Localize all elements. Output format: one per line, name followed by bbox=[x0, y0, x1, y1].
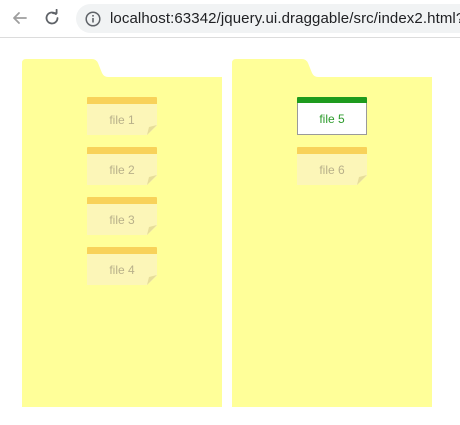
file-label: file 4 bbox=[109, 262, 135, 277]
file-card[interactable]: file 2 bbox=[87, 147, 157, 185]
file-fold-icon bbox=[357, 175, 367, 185]
file-label: file 6 bbox=[319, 162, 345, 177]
url-text: localhost:63342/jquery.ui.draggable/src/… bbox=[110, 10, 460, 27]
file-fold-icon bbox=[147, 225, 157, 235]
file-card[interactable]: file 4 bbox=[87, 247, 157, 285]
file-stripe bbox=[87, 147, 157, 154]
reload-icon bbox=[45, 9, 59, 25]
file-card-active[interactable]: file 5 bbox=[297, 97, 367, 135]
file-body: file 5 bbox=[297, 103, 367, 135]
file-fold-icon bbox=[147, 275, 157, 285]
file-fold-icon bbox=[147, 175, 157, 185]
file-stripe bbox=[87, 97, 157, 104]
folder-body: file 1 file 2 file 3 file 4 bbox=[22, 77, 222, 407]
reload-button[interactable] bbox=[40, 6, 64, 30]
arrow-left-icon bbox=[13, 12, 27, 24]
folder-right[interactable]: file 5 file 6 bbox=[232, 57, 432, 407]
file-card[interactable]: file 6 bbox=[297, 147, 367, 185]
file-card[interactable]: file 3 bbox=[87, 197, 157, 235]
address-bar[interactable]: localhost:63342/jquery.ui.draggable/src/… bbox=[76, 4, 460, 33]
file-fold-icon bbox=[147, 125, 157, 135]
info-icon[interactable] bbox=[84, 10, 102, 28]
file-label: file 2 bbox=[109, 162, 135, 177]
file-stripe bbox=[87, 247, 157, 254]
file-stripe bbox=[297, 147, 367, 154]
file-stripe bbox=[87, 197, 157, 204]
back-button[interactable] bbox=[8, 6, 32, 30]
browser-toolbar: localhost:63342/jquery.ui.draggable/src/… bbox=[0, 0, 460, 38]
file-card[interactable]: file 1 bbox=[87, 97, 157, 135]
file-label: file 5 bbox=[319, 111, 345, 126]
file-label: file 1 bbox=[109, 112, 135, 127]
folder-body: file 5 file 6 bbox=[232, 77, 432, 407]
folder-left[interactable]: file 1 file 2 file 3 file 4 bbox=[22, 57, 222, 407]
file-label: file 3 bbox=[109, 212, 135, 227]
